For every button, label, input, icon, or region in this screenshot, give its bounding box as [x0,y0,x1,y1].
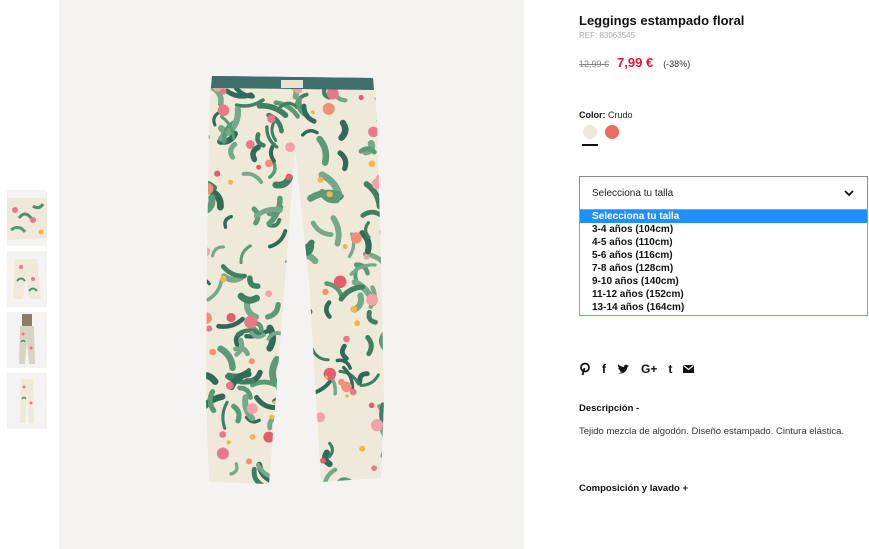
product-page: Leggings estampado floral REF: 83063545 … [0,0,869,549]
share-icons: f G+ t [579,361,705,377]
color-value: Crudo [608,110,633,120]
product-reference: REF: 83063545 [579,31,636,40]
description-text: Tejido mezcla de algodón. Diseño estampa… [579,426,845,437]
google-plus-icon[interactable]: G+ [641,361,657,377]
thumbnail-folded[interactable] [7,251,47,307]
size-option[interactable]: 9-10 años (140cm) [580,275,867,288]
discount-badge: (-38%) [663,59,691,69]
product-title: Leggings estampado floral [579,13,745,28]
description-toggle[interactable]: Descripción - [579,403,639,414]
main-product-image[interactable] [59,0,524,549]
email-icon[interactable] [683,361,695,377]
size-option[interactable]: 3-4 años (104cm) [580,223,867,236]
thumbnail-back[interactable] [7,373,47,429]
price-row: 12,99 € 7,99 € (-38%) [579,55,690,70]
size-option[interactable]: 4-5 años (110cm) [580,236,867,249]
twitter-icon[interactable] [617,361,630,377]
tumblr-icon[interactable]: t [668,361,672,377]
size-option[interactable]: 11-12 años (152cm) [580,288,867,301]
pinterest-icon[interactable] [579,361,591,377]
sale-price: 7,99 € [617,55,654,70]
size-option[interactable]: 7-8 años (128cm) [580,262,867,275]
color-swatch-crudo[interactable] [583,125,597,139]
size-select[interactable]: Selecciona tu talla [579,176,868,210]
thumbnail-strip [7,190,47,434]
thumbnail-detail-fabric[interactable] [7,190,47,246]
size-dropdown-list: Selecciona tu talla 3-4 años (104cm) 4-5… [579,209,868,316]
size-select-value: Selecciona tu talla [592,187,674,199]
old-price: 12,99 € [579,59,610,69]
selected-swatch-indicator [582,144,598,146]
color-label-title: Color: [579,110,606,120]
chevron-down-icon [843,187,855,202]
color-swatch-coral[interactable] [605,125,619,139]
thumbnail-model[interactable] [7,312,47,368]
size-option[interactable]: Selecciona tu talla [580,210,867,223]
color-label: Color: Crudo [579,110,633,120]
composition-toggle[interactable]: Composición y lavado + [579,483,688,494]
size-option[interactable]: 5-6 años (116cm) [580,249,867,262]
facebook-icon[interactable]: f [602,361,606,377]
size-option[interactable]: 13-14 años (164cm) [580,301,867,314]
